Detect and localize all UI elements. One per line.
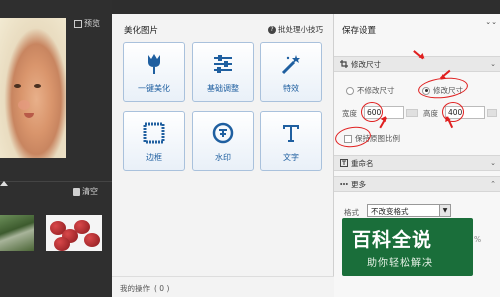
width-label: 宽度 <box>342 109 357 118</box>
preview-icon <box>74 19 82 28</box>
tool-label: 特效 <box>283 84 299 93</box>
more-dots-icon <box>340 180 348 188</box>
tool-label: 基础调整 <box>207 84 239 93</box>
collapse-arrow-icon[interactable] <box>0 181 8 186</box>
thumbnail-2[interactable] <box>46 215 102 251</box>
effects-button[interactable]: 特效 <box>260 42 322 102</box>
section-label: 修改尺寸 <box>351 59 381 69</box>
text-T-icon <box>261 121 321 145</box>
quality-percent: % <box>474 235 482 244</box>
radio-circle <box>346 86 354 95</box>
beautify-panel: 美化图片 ? 批处理小技巧 一键美化 基础调整 特效 边框 水印 文字 我的操作… <box>112 14 334 297</box>
preview-button[interactable]: 预览 <box>74 18 100 29</box>
photo-detail <box>14 84 21 88</box>
preview-photo[interactable] <box>0 18 66 158</box>
checkbox-box <box>344 134 352 143</box>
watermark-title: 百科全说 <box>352 229 433 251</box>
tool-label: 边框 <box>146 153 162 162</box>
section-resize[interactable]: 修改尺寸 ⌄ <box>334 56 500 72</box>
divider <box>0 181 112 182</box>
clear-label: 清空 <box>82 187 98 196</box>
text-button[interactable]: 文字 <box>260 111 322 171</box>
clear-button[interactable]: 清空 <box>73 186 98 197</box>
radio-label: 不修改尺寸 <box>357 86 395 95</box>
history-count: ( 0 ) <box>154 284 170 293</box>
section-more[interactable]: 更多 ⌃ <box>334 176 500 192</box>
height-label: 高度 <box>423 109 438 118</box>
sliders-icon <box>193 52 253 76</box>
frame-icon <box>124 121 184 145</box>
photo-detail <box>74 220 90 234</box>
radio-label: 修改尺寸 <box>433 86 463 95</box>
chevron-up-icon: ⌃ <box>490 180 496 188</box>
format-select[interactable]: 不改变格式 ▼ <box>367 204 451 217</box>
rename-icon <box>340 159 348 167</box>
tool-label: 水印 <box>215 153 231 162</box>
chevron-down-icon: ⌄ <box>490 159 496 167</box>
section-rename[interactable]: 重命名 ⌄ <box>334 155 500 171</box>
radio-circle <box>422 86 430 95</box>
help-icon: ? <box>268 25 276 34</box>
unit-box <box>487 109 497 117</box>
history-label: 我的操作 <box>120 284 150 293</box>
section-label: 重命名 <box>351 158 374 168</box>
frame-button[interactable]: 边框 <box>123 111 185 171</box>
crop-icon <box>340 60 348 68</box>
photo-detail <box>54 237 70 251</box>
radio-resize[interactable]: 修改尺寸 <box>422 85 463 96</box>
my-operations-bar[interactable]: 我的操作 ( 0 ) <box>112 276 334 297</box>
checkbox-label: 保持原图比例 <box>355 134 400 143</box>
panel-title: 美化图片 <box>124 26 159 36</box>
collapse-chevron-icon[interactable]: ⌄⌄ <box>485 18 497 26</box>
photo-detail <box>24 113 34 118</box>
width-input[interactable] <box>364 106 404 119</box>
photo-detail <box>18 100 30 110</box>
magic-wand-icon <box>261 52 321 76</box>
dropdown-arrow-icon: ▼ <box>439 205 450 216</box>
preview-label: 预览 <box>84 19 100 28</box>
trash-icon <box>73 187 80 196</box>
thumbnail-1[interactable] <box>0 215 34 251</box>
photo-detail <box>34 84 41 88</box>
watermark-button[interactable]: 水印 <box>192 111 254 171</box>
site-watermark: 百科全说 助你轻松解决 <box>342 218 473 276</box>
tips-label: 批处理小技巧 <box>278 25 323 34</box>
unit-box <box>406 109 418 117</box>
format-value: 不改变格式 <box>371 207 409 216</box>
one-click-beautify-button[interactable]: 一键美化 <box>123 42 185 102</box>
basic-adjust-button[interactable]: 基础调整 <box>192 42 254 102</box>
chevron-down-icon: ⌄ <box>490 60 496 68</box>
radio-no-resize[interactable]: 不修改尺寸 <box>346 85 395 96</box>
left-panel: 预览 清空 <box>0 0 112 297</box>
panel-title: 保存设置 <box>342 26 377 36</box>
watermark-stamp-icon <box>193 121 253 145</box>
tool-label: 一键美化 <box>138 84 170 93</box>
keep-ratio-checkbox[interactable]: 保持原图比例 <box>344 133 400 144</box>
tulip-icon <box>124 52 184 76</box>
tool-label: 文字 <box>283 153 299 162</box>
height-input[interactable] <box>445 106 485 119</box>
batch-tips-link[interactable]: ? 批处理小技巧 <box>268 24 323 35</box>
format-label: 格式 <box>344 208 359 217</box>
watermark-subtitle: 助你轻松解决 <box>367 258 433 269</box>
photo-detail <box>84 233 100 247</box>
section-label: 更多 <box>351 179 366 189</box>
